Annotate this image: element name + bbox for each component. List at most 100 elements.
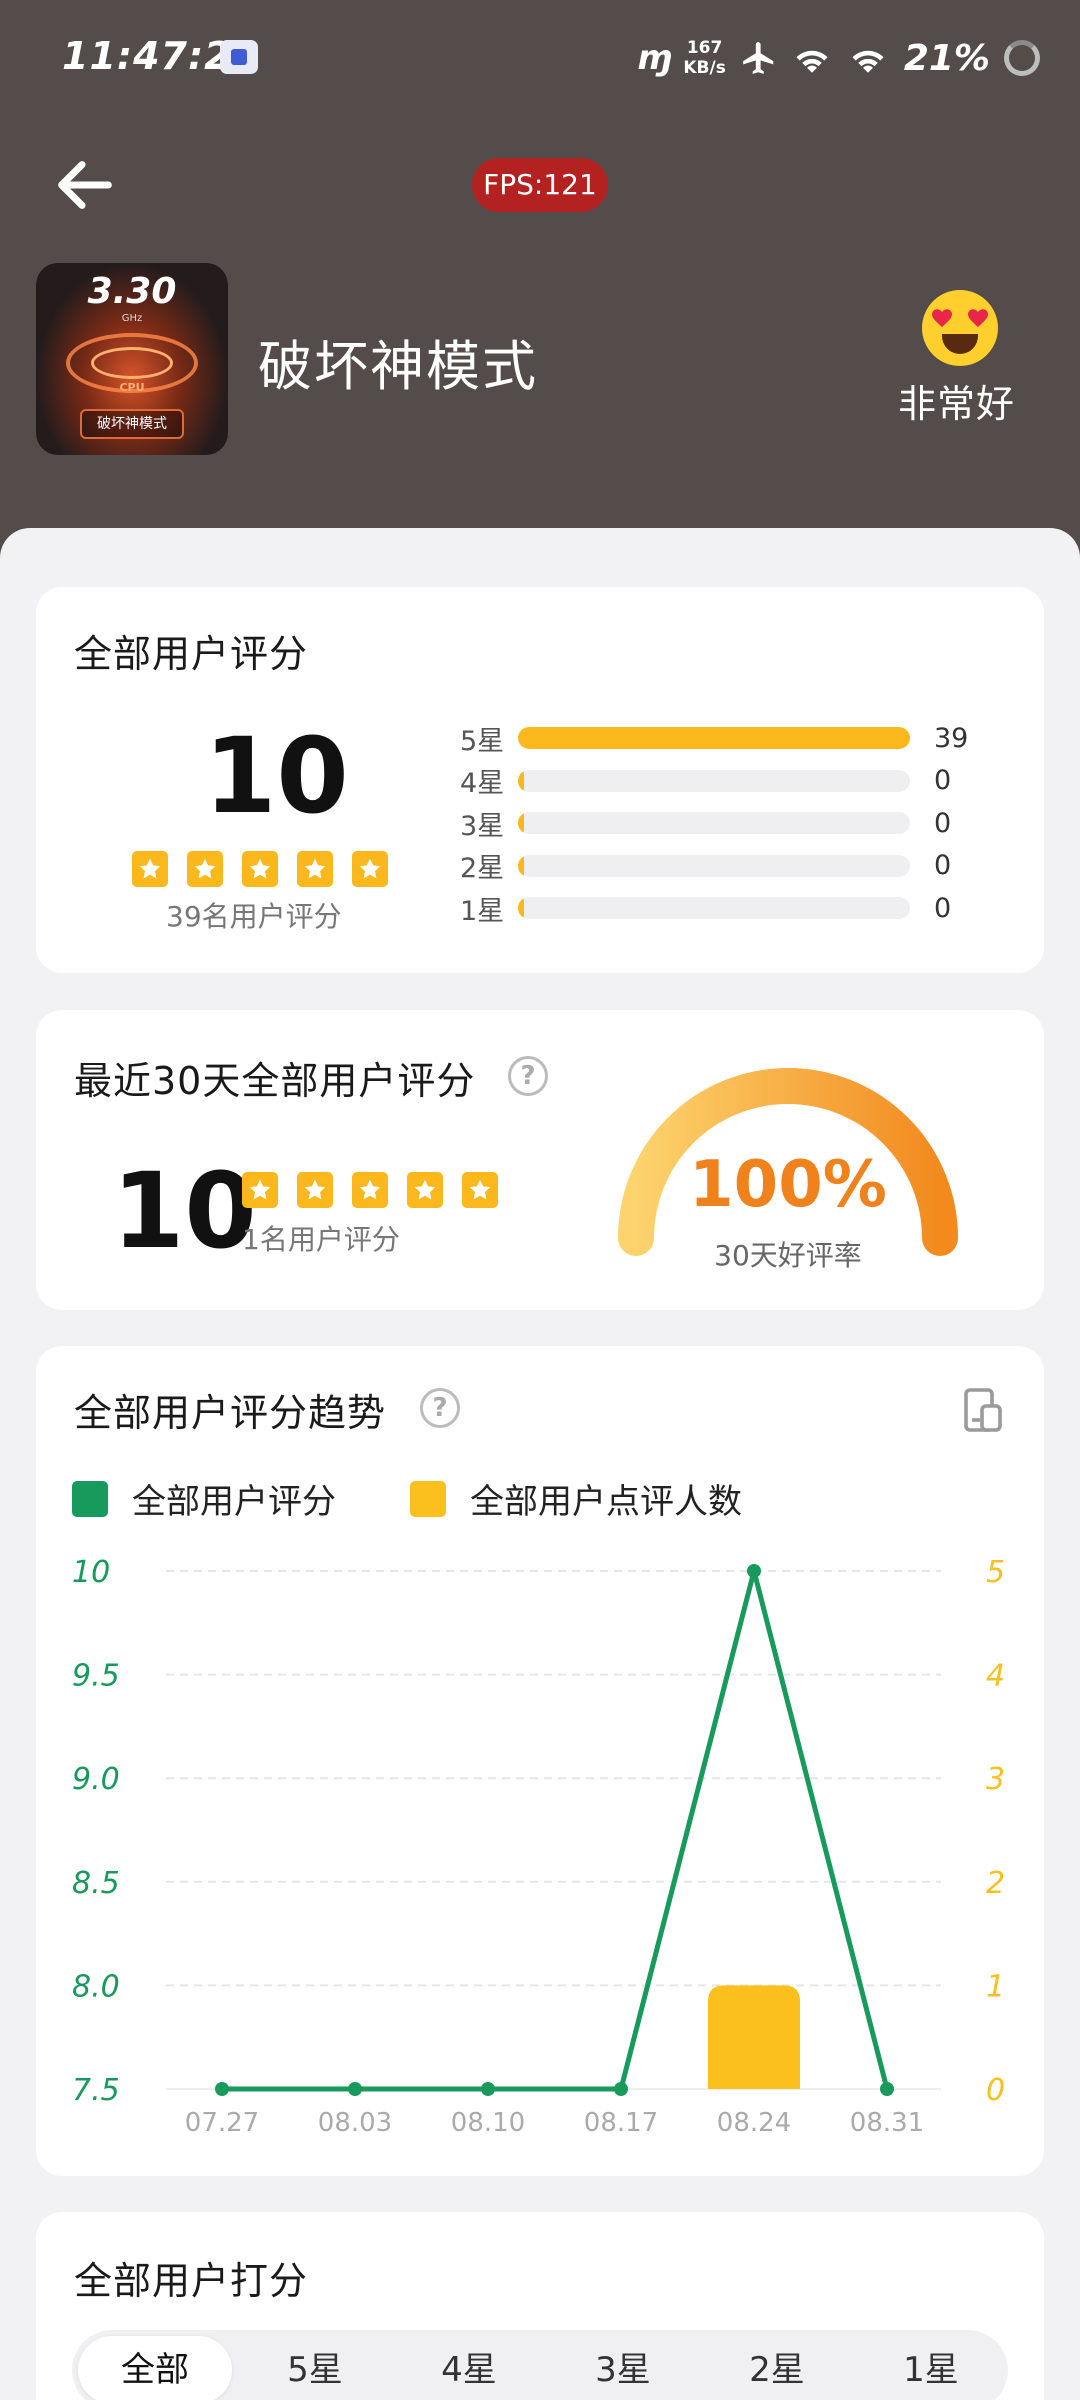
app-icon-ring-inner — [91, 347, 173, 379]
tab-all[interactable]: 全部 — [78, 2336, 232, 2400]
net-speed: 167 KB/s — [683, 38, 725, 78]
tab-5-star[interactable]: 5星 — [238, 2330, 392, 2400]
y-right-tick-label: 4 — [986, 1659, 1005, 1694]
y-left-tick-label: 10 — [72, 1555, 110, 1590]
y-right-tick-label: 0 — [986, 2073, 1005, 2108]
overall-rating-card: 全部用户评分 10 39名用户评分 5星 39 4星 0 3星 0 2星 0 1星 0 — [36, 587, 1044, 973]
x-tick-label: 08.17 — [584, 2108, 658, 2138]
x-tick-label: 07.27 — [185, 2108, 259, 2138]
star-icon — [297, 1172, 333, 1208]
wifi-alt-icon — [796, 50, 828, 73]
smiling-face-heart-eyes-icon — [922, 290, 998, 366]
distribution-label: 5星 — [460, 725, 505, 757]
distribution-count: 0 — [934, 892, 952, 924]
distribution-count: 0 — [934, 850, 952, 882]
sound-notification-icon — [220, 40, 258, 74]
user-scores-title: 全部用户打分 — [74, 2259, 309, 2303]
score-filter-tabs: 全部 5星 4星 3星 2星 1星 — [72, 2330, 1008, 2400]
score-point — [614, 2082, 628, 2096]
distribution-track — [518, 897, 910, 920]
score-point — [747, 1564, 761, 1578]
distribution-row: 1星 0 — [460, 887, 1000, 930]
distribution-track — [518, 769, 910, 792]
y-left-tick-label: 8.5 — [72, 1866, 120, 1901]
distribution-label: 3星 — [460, 810, 505, 842]
back-arrow-icon[interactable] — [50, 150, 120, 220]
rating-trend-card: 全部用户评分趋势 ? 全部用户评分 全部用户点评人数 7.5 8.0 8.5 9.0 9… — [36, 1346, 1044, 2176]
rating-distribution: 5星 39 4星 0 3星 0 2星 0 1星 0 — [460, 717, 1000, 930]
y-right-tick-label: 1 — [986, 1969, 1005, 2004]
tab-4-star[interactable]: 4星 — [392, 2330, 546, 2400]
distribution-row: 3星 0 — [460, 802, 1000, 845]
count-bar — [708, 1985, 800, 2089]
net-speed-value: 167 — [686, 38, 723, 58]
distribution-label: 2星 — [460, 853, 505, 885]
x-tick-label: 08.31 — [850, 2108, 924, 2138]
app-icon-tag: 破坏神模式 — [80, 409, 184, 439]
help-icon[interactable]: ? — [508, 1056, 548, 1096]
distribution-row: 4星 0 — [460, 760, 1000, 803]
recent-users-count: 1名用户评分 — [242, 1223, 400, 1256]
trend-chart: 7.5 8.0 8.5 9.0 9.5 10 0 1 2 3 4 5 07.27 08.03 08.10 08… — [72, 1555, 1005, 2138]
fps-badge: FPS:121 — [472, 158, 608, 212]
star-icon — [352, 851, 388, 887]
distribution-fill — [518, 897, 524, 920]
overall-rating-title: 全部用户评分 — [74, 632, 309, 676]
distribution-fill — [518, 854, 524, 877]
distribution-fill — [518, 812, 524, 835]
user-scores-card: 全部用户打分 全部 5星 4星 3星 2星 1星 — [36, 2212, 1044, 2400]
battery-percent: 21% — [903, 37, 990, 79]
airplane-icon — [742, 42, 774, 74]
distribution-row: 5星 39 — [460, 717, 1000, 760]
battery-ring-icon — [1004, 40, 1040, 76]
heart-eye-left-icon — [932, 309, 952, 327]
overall-users-count: 39名用户评分 — [166, 900, 342, 933]
tab-2-star[interactable]: 2星 — [700, 2330, 854, 2400]
distribution-fill — [518, 727, 910, 750]
distribution-track — [518, 812, 910, 835]
score-point — [481, 2082, 495, 2096]
distribution-label: 1星 — [460, 895, 505, 927]
score-point — [348, 2082, 362, 2096]
star-icon — [242, 1172, 278, 1208]
star-icon — [187, 851, 223, 887]
distribution-count: 39 — [934, 722, 969, 754]
distribution-fill — [518, 769, 524, 792]
y-left-tick-label: 7.5 — [72, 2073, 120, 2108]
recent-rating-card: 最近30天全部用户评分 ? 10 1名用户评分 100% 30天好评率 — [36, 1010, 1044, 1310]
star-icon — [462, 1172, 498, 1208]
score-point — [215, 2082, 229, 2096]
y-left-tick-label: 9.0 — [72, 1762, 120, 1797]
heart-eye-right-icon — [968, 309, 988, 327]
positive-rate-label: 30天好评率 — [714, 1239, 862, 1272]
status-bar: 11:47:23 ɱ 167 KB/s 21% — [0, 0, 1080, 110]
app-icon-cpu: CPU — [119, 381, 145, 394]
status-icons: ɱ 167 KB/s 21% — [637, 30, 1040, 86]
app-header: 11:47:23 ɱ 167 KB/s 21% FPS:121 3.30 GHz… — [0, 0, 1080, 560]
star-icon — [407, 1172, 443, 1208]
recent-score: 10 — [112, 1150, 257, 1272]
wifi-icon — [852, 50, 884, 73]
app-icon: 3.30 GHz CPU 破坏神模式 — [36, 263, 228, 455]
x-tick-label: 08.03 — [318, 2108, 392, 2138]
recent-rating-title: 最近30天全部用户评分 — [74, 1059, 476, 1103]
emoji-mouth — [942, 334, 978, 354]
recent-stars — [242, 1172, 498, 1208]
mood-label: 非常好 — [898, 382, 1016, 426]
y-left-tick-label: 9.5 — [72, 1659, 120, 1694]
tab-1-star[interactable]: 1星 — [854, 2330, 1008, 2400]
app-icon-unit: GHz — [121, 313, 143, 324]
distribution-count: 0 — [934, 807, 952, 839]
app-icon-freq: 3.30 — [87, 271, 177, 312]
overall-stars — [132, 851, 388, 887]
overall-score: 10 — [204, 715, 349, 837]
tab-3-star[interactable]: 3星 — [546, 2330, 700, 2400]
distribution-count: 0 — [934, 765, 952, 797]
y-right-tick-label: 5 — [986, 1555, 1005, 1590]
y-right-tick-label: 3 — [986, 1762, 1005, 1797]
y-left-tick-label: 8.0 — [72, 1969, 120, 2004]
x-tick-label: 08.24 — [717, 2108, 791, 2138]
distribution-row: 2星 0 — [460, 845, 1000, 888]
net-speed-unit: KB/s — [683, 58, 726, 78]
distribution-track — [518, 727, 910, 750]
